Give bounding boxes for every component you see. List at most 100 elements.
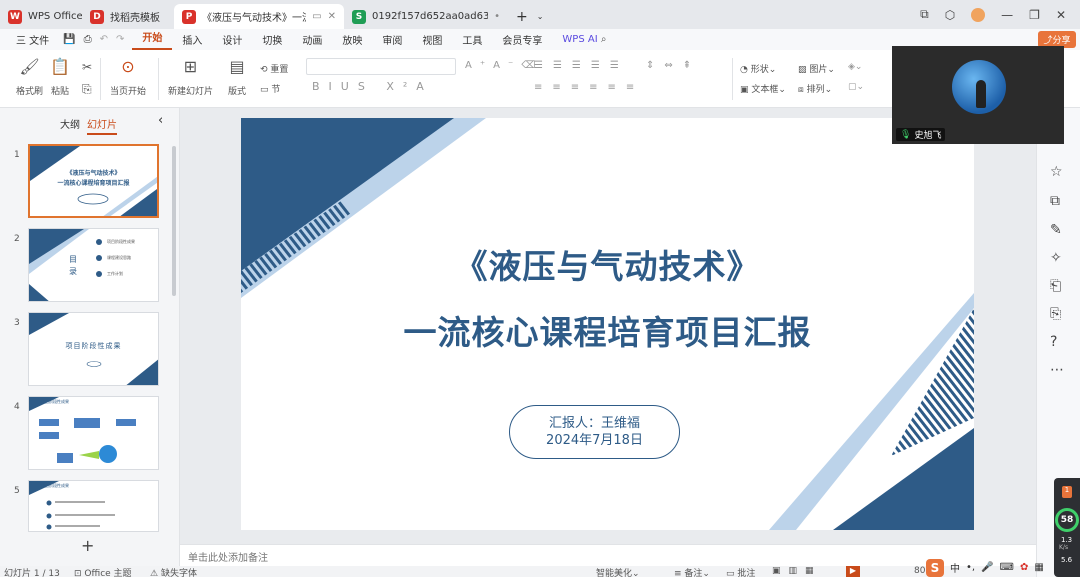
participant-name: 史旭飞 [914,131,942,141]
fill-icon[interactable]: ◈⌄ [848,62,862,72]
missing-font-indicator[interactable]: ⚠ 缺失字体 [150,566,197,577]
divider [100,58,101,100]
cut-icon[interactable]: ✂ [82,60,92,74]
section-button[interactable]: ▭ 节 [260,82,280,95]
shape-button[interactable]: ◔ 形状⌄ [740,62,776,75]
video-call-overlay[interactable]: 🎙 史旭飞 [892,46,1064,144]
menu-view[interactable]: 视图 [412,32,452,47]
new-slide-button[interactable]: ⊞ 新建幻灯片 [168,58,213,98]
edit-icon[interactable]: ✎ [1050,222,1062,238]
chinese-input-icon[interactable]: 中 [950,560,960,575]
thumb-2-item: 课程建设思路 [107,255,131,260]
font-name-box[interactable] [306,58,456,75]
tab-presentation[interactable]: P 《液压与气动技术》一流核心i ▭ ✕ [174,4,344,29]
grid-icon[interactable]: ▦ [1034,562,1043,573]
panel-scrollbar[interactable] [172,146,176,296]
help-icon[interactable]: ? [1050,334,1057,350]
slide-subtitle[interactable]: 一流核心课程培育项目汇报 [241,306,974,354]
slide-canvas[interactable]: 《液压与气动技术》 一流核心课程培育项目汇报 汇报人：王维福 2024年7月18… [180,108,1036,544]
keyboard-icon[interactable]: ⌨ [1000,562,1014,573]
tab-slides[interactable]: 幻灯片 [87,116,117,135]
file-menu[interactable]: 三 文件 [6,32,59,47]
textbox-icon: ▣ [740,85,749,95]
tile-icon[interactable]: ⧉ [920,7,929,22]
menu-tools[interactable]: 工具 [452,32,492,47]
print-icon[interactable]: ⎙ [80,34,96,45]
redo-icon[interactable]: ↷ [112,34,132,45]
cube-icon[interactable]: ⬡ [945,8,955,22]
format-painter-button[interactable]: 🖌 格式刷 [16,58,43,98]
menu-slideshow[interactable]: 放映 [332,32,372,47]
close-window-icon[interactable]: ✕ [1056,8,1066,22]
avatar[interactable] [971,7,986,22]
slideshow-button[interactable]: ▶ [846,566,860,577]
reset-button[interactable]: ⟲ 重置 [260,62,288,75]
menu-animation[interactable]: 动画 [292,32,332,47]
shape-icon: ◔ [740,65,748,75]
skin-icon[interactable]: ✿ [1020,562,1028,573]
minimize-icon[interactable]: — [1001,8,1013,22]
menu-member[interactable]: 会员专享 [492,32,552,47]
slide-thumb-3[interactable]: 项目阶段性成果 [28,312,159,386]
theme-indicator[interactable]: ⊡ Office 主题 [74,566,132,577]
view-buttons[interactable]: ▣▥▦ [772,566,822,576]
sogou-icon[interactable]: S [926,558,944,577]
smart-beautify-label: 智能美化 [596,569,633,577]
tab-outline[interactable]: 大纲 [60,116,80,131]
menu-review[interactable]: 审阅 [372,32,412,47]
undo-icon[interactable]: ↶ [96,34,112,45]
picture-button[interactable]: ▨ 图片⌄ [798,62,835,75]
layout-button[interactable]: ▤ 版式 [228,58,246,98]
notes-toggle[interactable]: ≡ 备注⌄ [674,566,710,577]
menu-design[interactable]: 设计 [212,32,252,47]
collapse-panel-icon[interactable]: ‹ [158,113,163,128]
tab-wps-office[interactable]: W WPS Office [0,4,82,29]
slide-thumb-1[interactable]: 《液压与气动技术》 一流核心课程培育项目汇报 [28,144,159,218]
menu-transition[interactable]: 切换 [252,32,292,47]
monitor-icon[interactable]: ▭ [312,11,321,22]
play-circle-icon: ⊙ [121,57,135,76]
menu-insert[interactable]: 插入 [172,32,212,47]
slide-title[interactable]: 《液压与气动技术》 [241,240,974,288]
bookmark-icon[interactable]: ⎗ [1050,278,1061,294]
tab-spreadsheet[interactable]: S 0192f157d652aa0ad63dc076c3 • [344,4,508,29]
star-icon[interactable]: ☆ [1050,164,1063,180]
play-from-current-button[interactable]: ⊙ 当页开始 [110,57,146,98]
presenter-name: 汇报人：王维福 [548,416,640,431]
close-icon[interactable]: ✕ [328,11,336,22]
current-slide[interactable]: 《液压与气动技术》 一流核心课程培育项目汇报 汇报人：王维福 2024年7月18… [241,118,974,530]
magic-icon[interactable]: ✧ [1050,250,1062,266]
arrange-button[interactable]: ⧈ 排列⌄ [798,82,832,95]
smart-beautify-button[interactable]: 智能美化⌄ [596,566,640,577]
punctuation-icon[interactable]: •, [966,562,975,573]
quick-save-icon[interactable]: 💾 [59,34,79,45]
mic-icon[interactable]: 🎤 [981,562,993,573]
restore-icon[interactable]: ❐ [1029,8,1040,22]
tab-bar: W WPS Office D 找稻壳模板 P 《液压与气动技术》一流核心i ▭ … [0,0,1080,29]
search-icon[interactable]: ⌕ [601,34,607,45]
slide-thumb-4[interactable]: 项目阶段性成果 [28,396,159,470]
tab-docer-template[interactable]: D 找稻壳模板 [82,4,174,29]
menu-home[interactable]: 开始 [132,29,173,50]
pin-icon[interactable]: ⎘ [1050,306,1061,322]
outline-icon[interactable]: ▢⌄ [848,82,864,92]
participant-avatar [952,60,1006,114]
textbox-button[interactable]: ▣ 文本框⌄ [740,82,786,95]
wps-ai-button[interactable]: WPS AI ⌕ [552,34,616,45]
missing-font-label: 缺失字体 [160,569,197,577]
slide-thumb-2[interactable]: 目录 项目阶段性成果 课程建设思路 工作计划 [28,228,159,302]
network-monitor-widget[interactable]: 1 58 1.3 K/s 5.6 [1054,478,1080,577]
spreadsheet-logo-icon: S [352,9,366,24]
add-slide-button[interactable]: + [81,536,94,555]
copy-icon[interactable]: ⎘ [82,82,92,97]
more-icon[interactable]: ⋯ [1050,362,1064,378]
new-tab-button[interactable]: + ⌄ [508,4,548,29]
slide-thumb-5[interactable]: 项目阶段性成果 [28,480,159,532]
notes-pane[interactable]: 单击此处添加备注 [180,544,1036,566]
paste-button[interactable]: 📋 粘贴 [50,58,70,98]
shape-label: 形状 [750,65,769,75]
slide-panel: 大纲 幻灯片 ‹ 1 《液压与气动技术》 一流核心课程培育项目汇报 2 目录 项… [0,108,180,566]
copy-style-icon[interactable]: ⧉ [1050,193,1060,209]
comment-toggle[interactable]: ▭ 批注 [726,566,755,577]
presenter-box[interactable]: 汇报人：王维福 2024年7月18日 [509,405,680,459]
